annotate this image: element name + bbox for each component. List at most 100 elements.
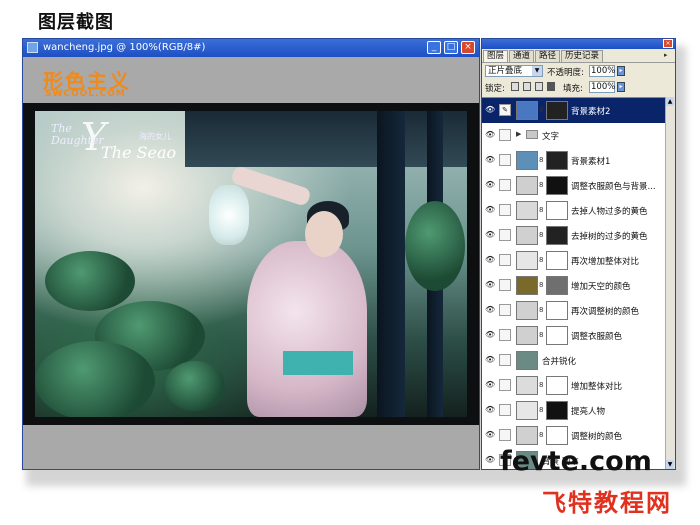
eye-icon[interactable]: 👁 — [485, 180, 495, 190]
layer-thumbnail[interactable] — [516, 351, 538, 370]
brush-icon[interactable] — [499, 429, 511, 441]
brush-icon[interactable] — [499, 179, 511, 191]
layer-thumbnail[interactable] — [516, 426, 538, 445]
layer-row[interactable]: 👁 8 提亮人物 — [482, 398, 666, 424]
layer-row[interactable]: 👁 8 去掉树的过多的黄色 — [482, 223, 666, 249]
mask-thumbnail[interactable] — [546, 201, 568, 220]
tab-layers[interactable]: 图层 — [483, 50, 509, 62]
lock-all-icon[interactable] — [547, 82, 555, 91]
link-icon[interactable]: 8 — [539, 431, 543, 439]
eye-icon[interactable]: 👁 — [485, 355, 495, 365]
link-icon[interactable]: 8 — [539, 256, 543, 264]
link-icon[interactable]: 8 — [539, 381, 543, 389]
layer-thumbnail[interactable] — [516, 276, 538, 295]
layer-row[interactable]: 👁 ▶ 文字 — [482, 123, 666, 149]
eye-icon[interactable]: 👁 — [485, 130, 495, 140]
link-icon[interactable]: 8 — [539, 181, 543, 189]
eye-icon[interactable]: 👁 — [485, 305, 495, 315]
brush-icon[interactable] — [499, 129, 511, 141]
brush-icon[interactable] — [499, 304, 511, 316]
mask-thumbnail[interactable] — [546, 151, 568, 170]
document-titlebar[interactable]: wancheng.jpg @ 100%(RGB/8#) _ □ × — [23, 39, 479, 57]
layer-row[interactable]: 👁 8 调整衣服颜色与背景... — [482, 173, 666, 199]
mask-thumbnail[interactable] — [546, 101, 568, 120]
layer-row[interactable]: 👁 合并锐化 — [482, 348, 666, 374]
minimize-button[interactable]: _ — [427, 41, 441, 54]
layer-thumbnail[interactable] — [516, 376, 538, 395]
panel-close-button[interactable]: × — [663, 39, 673, 48]
eye-icon[interactable]: 👁 — [485, 230, 495, 240]
brush-icon[interactable] — [499, 379, 511, 391]
layers-panel[interactable]: × 图层 通道 路径 历史记录 ▸ 正片叠底 ▼ 不透明度: 100% ▸ 锁定: 填… — [481, 38, 676, 470]
layer-list[interactable]: 👁 ✎ 8 背景素材2 👁 ▶ 文字 👁 8 背景素材1 👁 8 调整衣服颜色与背景... 👁 8 去掉人物过… — [482, 97, 666, 469]
eye-icon[interactable]: 👁 — [485, 380, 495, 390]
brush-icon[interactable] — [499, 354, 511, 366]
blend-mode-select[interactable]: 正片叠底 ▼ — [485, 65, 543, 77]
panel-menu-icon[interactable]: ▸ — [664, 51, 672, 60]
document-window[interactable]: wancheng.jpg @ 100%(RGB/8#) _ □ × 形色主义 S… — [22, 38, 480, 470]
eye-icon[interactable]: 👁 — [485, 105, 495, 115]
eye-icon[interactable]: 👁 — [485, 155, 495, 165]
brush-icon[interactable] — [499, 404, 511, 416]
eye-icon[interactable]: 👁 — [485, 455, 495, 465]
layer-row[interactable]: 👁 8 增加天空的颜色 — [482, 273, 666, 299]
eye-icon[interactable]: 👁 — [485, 255, 495, 265]
layer-thumbnail[interactable] — [516, 176, 538, 195]
layer-thumbnail[interactable] — [516, 326, 538, 345]
link-icon[interactable]: 8 — [539, 281, 543, 289]
mask-thumbnail[interactable] — [546, 176, 568, 195]
brush-icon[interactable] — [499, 154, 511, 166]
opacity-slider-button[interactable]: ▸ — [617, 66, 625, 76]
layer-thumbnail[interactable] — [516, 251, 538, 270]
layer-row[interactable]: 👁 8 再次调整树的颜色 — [482, 298, 666, 324]
brush-icon[interactable] — [499, 229, 511, 241]
link-icon[interactable]: 8 — [539, 106, 543, 114]
link-icon[interactable]: 8 — [539, 206, 543, 214]
link-icon[interactable]: 8 — [539, 231, 543, 239]
lock-transparency-icon[interactable] — [511, 82, 519, 91]
scroll-up-icon[interactable]: ▲ — [666, 97, 674, 106]
mask-thumbnail[interactable] — [546, 226, 568, 245]
tab-history[interactable]: 历史记录 — [561, 50, 604, 62]
panel-titlebar[interactable]: × — [482, 39, 675, 49]
eye-icon[interactable]: 👁 — [485, 280, 495, 290]
layer-thumbnail[interactable] — [516, 301, 538, 320]
layer-row[interactable]: 👁 8 再次增加整体对比 — [482, 248, 666, 274]
layer-thumbnail[interactable] — [516, 151, 538, 170]
fill-slider-button[interactable]: ▸ — [617, 82, 625, 92]
mask-thumbnail[interactable] — [546, 426, 568, 445]
link-icon[interactable]: 8 — [539, 306, 543, 314]
mask-thumbnail[interactable] — [546, 276, 568, 295]
mask-thumbnail[interactable] — [546, 376, 568, 395]
maximize-button[interactable]: □ — [444, 41, 458, 54]
lock-brush-icon[interactable] — [523, 82, 531, 91]
scroll-down-icon[interactable]: ▼ — [666, 460, 674, 469]
mask-thumbnail[interactable] — [546, 401, 568, 420]
eye-icon[interactable]: 👁 — [485, 330, 495, 340]
brush-icon[interactable] — [499, 279, 511, 291]
brush-icon[interactable]: ✎ — [499, 104, 511, 116]
layer-scrollbar[interactable]: ▲ ▼ — [665, 97, 675, 469]
eye-icon[interactable]: 👁 — [485, 430, 495, 440]
layer-row[interactable]: 👁 8 去掉人物过多的黄色 — [482, 198, 666, 224]
link-icon[interactable]: 8 — [539, 406, 543, 414]
brush-icon[interactable] — [499, 204, 511, 216]
brush-icon[interactable] — [499, 254, 511, 266]
link-icon[interactable]: 8 — [539, 331, 543, 339]
layer-row[interactable]: 👁 ✎ 8 背景素材2 — [482, 98, 666, 124]
layer-thumbnail[interactable] — [516, 201, 538, 220]
fill-input[interactable]: 100% — [589, 81, 615, 93]
eye-icon[interactable]: 👁 — [485, 205, 495, 215]
brush-icon[interactable] — [499, 329, 511, 341]
mask-thumbnail[interactable] — [546, 301, 568, 320]
close-button[interactable]: × — [461, 41, 475, 54]
mask-thumbnail[interactable] — [546, 326, 568, 345]
tab-paths[interactable]: 路径 — [535, 50, 561, 62]
layer-thumbnail[interactable] — [516, 401, 538, 420]
mask-thumbnail[interactable] — [546, 251, 568, 270]
eye-icon[interactable]: 👁 — [485, 405, 495, 415]
lock-move-icon[interactable] — [535, 82, 543, 91]
layer-thumbnail[interactable] — [516, 101, 538, 120]
layer-thumbnail[interactable] — [516, 226, 538, 245]
layer-row[interactable]: 👁 8 调整衣服颜色 — [482, 323, 666, 349]
